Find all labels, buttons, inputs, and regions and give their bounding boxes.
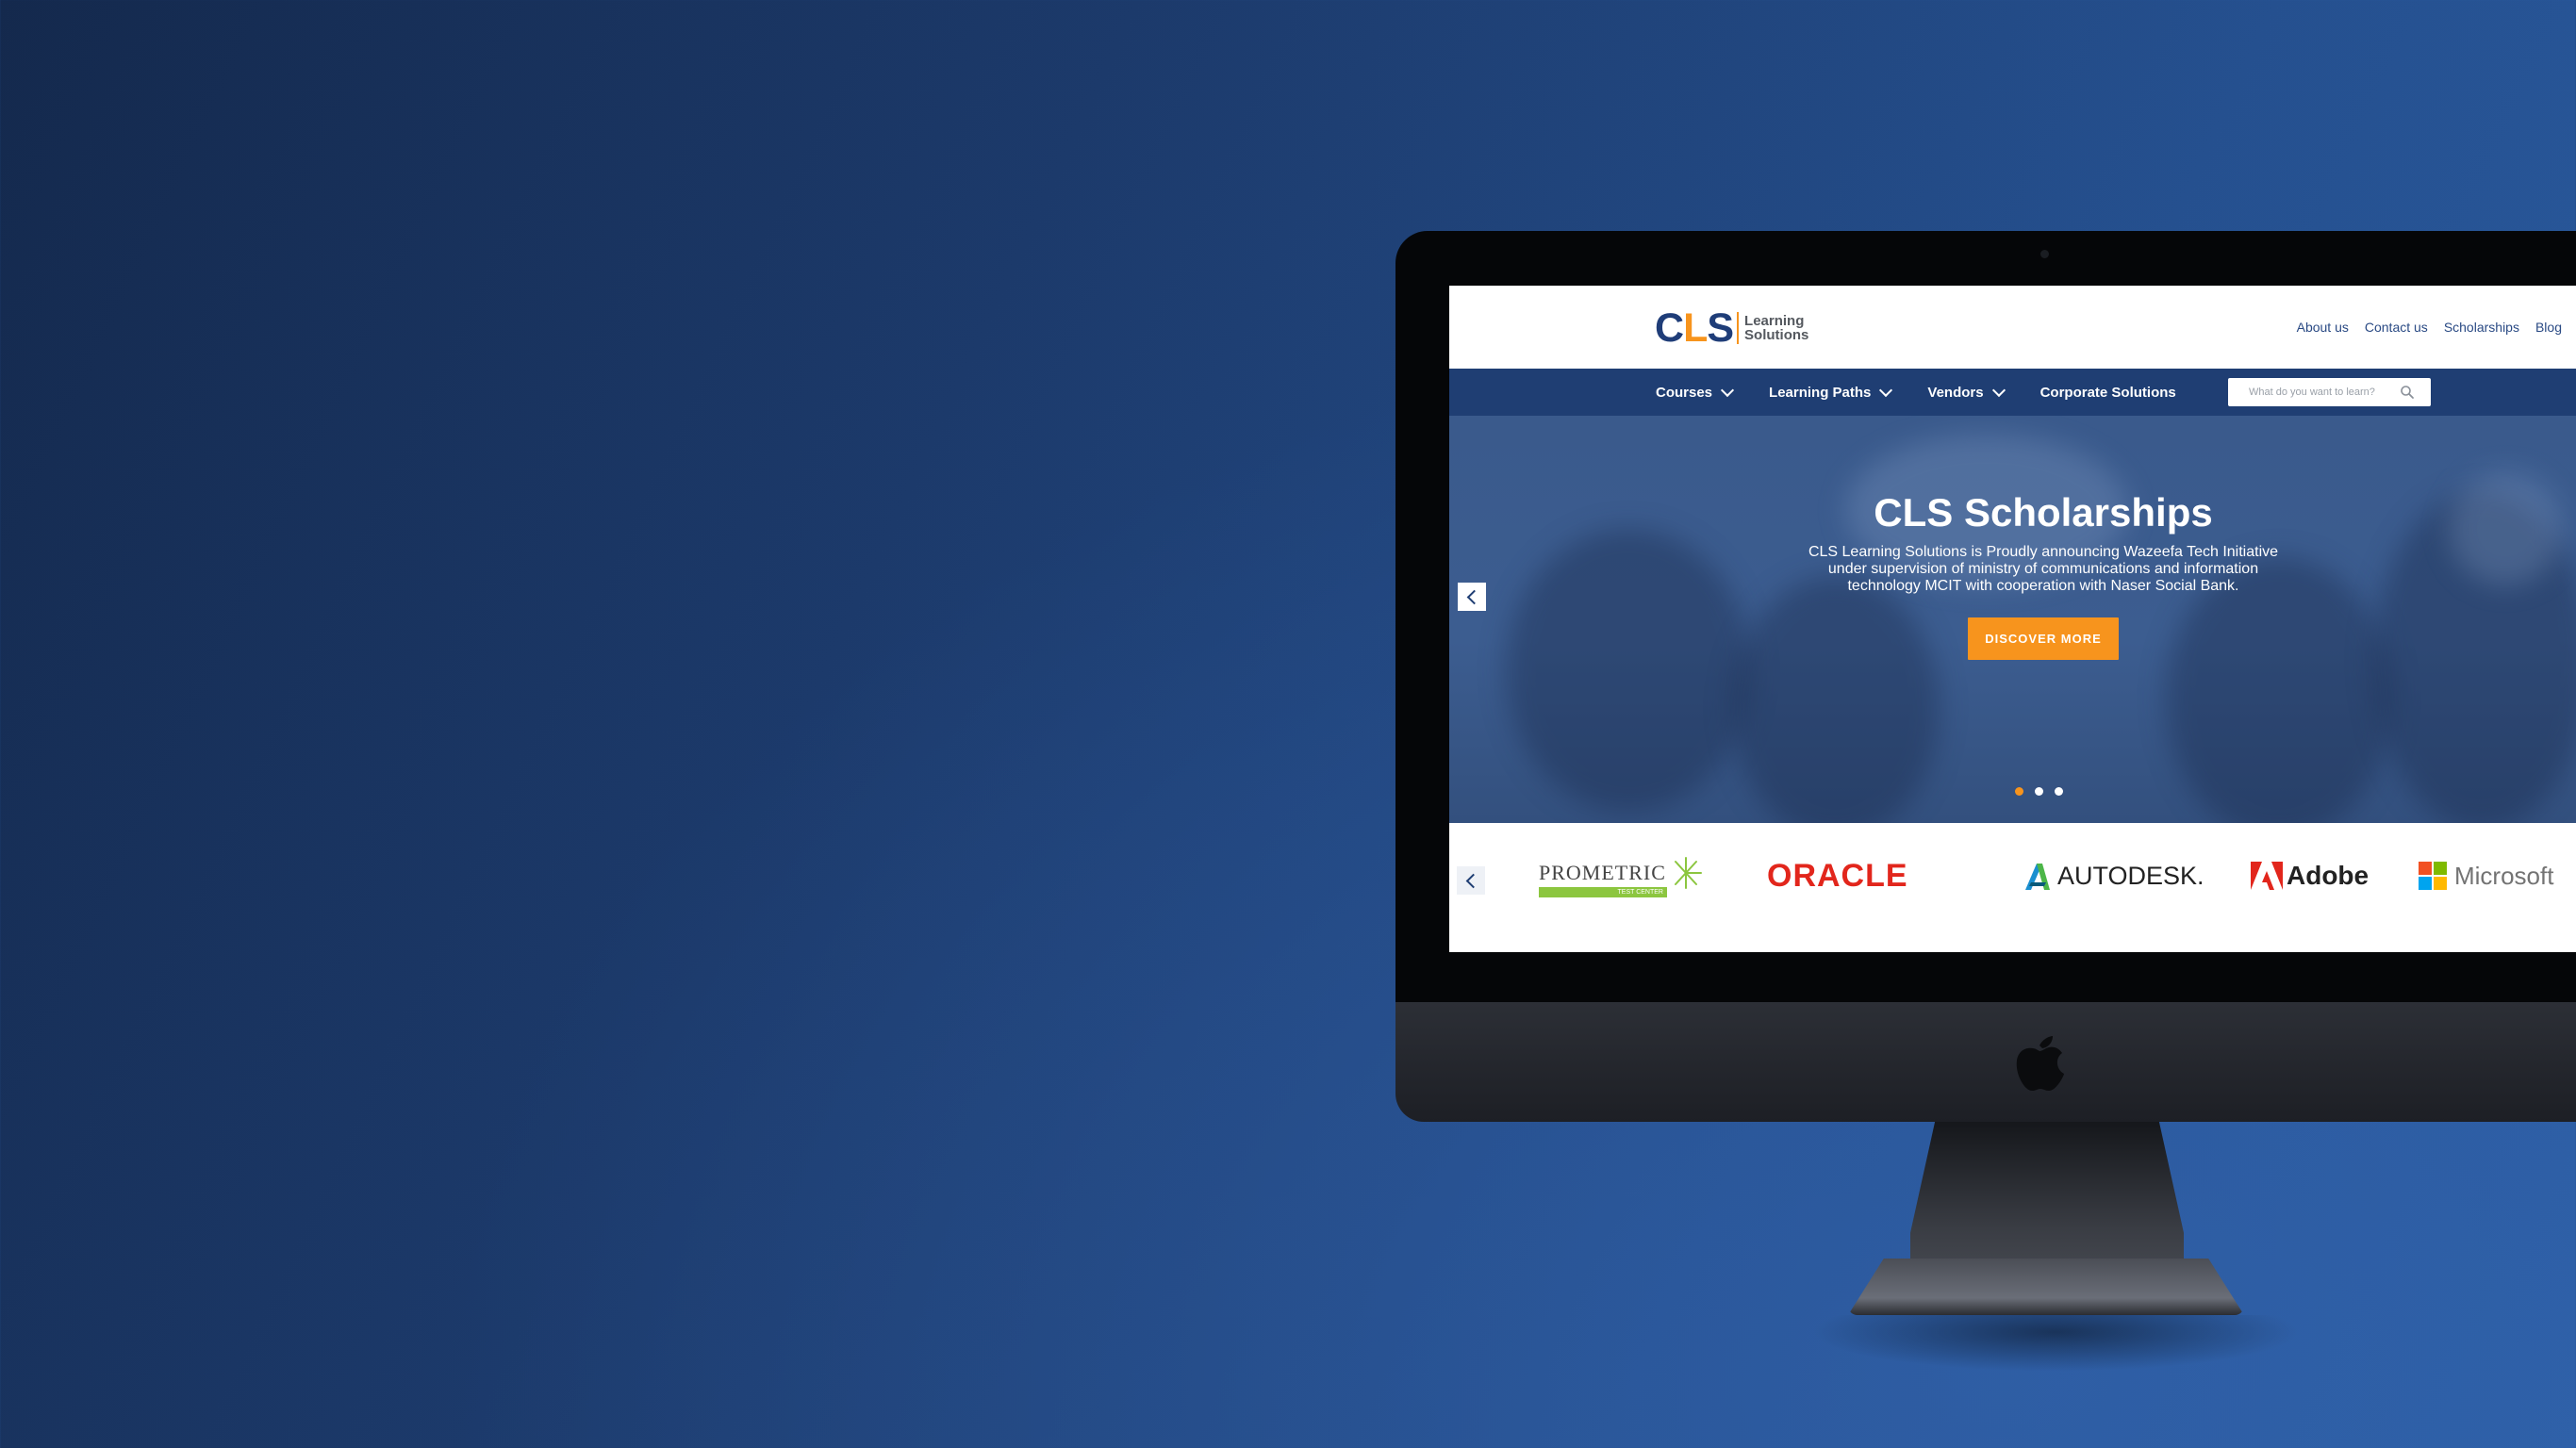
apple-icon	[2016, 1036, 2064, 1091]
logo-mark: CLS	[1655, 304, 1734, 351]
vendor-logos: PROMETRIC TEST CENTER ORACLE AUTODESK. A…	[1539, 849, 2576, 902]
top-link-blog[interactable]: Blog	[2535, 320, 2562, 335]
logo-letter-l: L	[1683, 304, 1708, 351]
adobe-logo[interactable]: Adobe	[2251, 849, 2369, 902]
main-nav: Courses Learning Paths Vendors Corporate…	[1449, 369, 2576, 416]
nav-item-vendors[interactable]: Vendors	[1927, 383, 2006, 401]
vendor-carousel: PROMETRIC TEST CENTER ORACLE AUTODESK. A…	[1449, 823, 2576, 952]
hero-content: CLS Scholarships CLS Learning Solutions …	[1449, 489, 2576, 660]
top-link-contact[interactable]: Contact us	[2365, 320, 2428, 335]
search-box	[2228, 378, 2431, 406]
logo-separator	[1737, 312, 1740, 344]
imac-bezel: CLS Learning Solutions About us Contact …	[1395, 231, 2576, 1002]
microsoft-icon	[2419, 862, 2447, 890]
autodesk-icon	[2025, 864, 2050, 890]
prometric-logo[interactable]: PROMETRIC TEST CENTER	[1539, 849, 1704, 902]
logo-letter-s: S	[1707, 304, 1734, 351]
nav-item-courses[interactable]: Courses	[1656, 383, 1735, 401]
slider-dot-3[interactable]	[2055, 787, 2063, 796]
nav-label: Learning Paths	[1769, 384, 1872, 401]
logo-line-1: Learning	[1744, 313, 1805, 329]
chevron-down-icon	[1879, 383, 1893, 398]
nav-item-learning-paths[interactable]: Learning Paths	[1769, 383, 1893, 401]
imac-stand-base	[1848, 1259, 2244, 1315]
cls-logo[interactable]: CLS Learning Solutions	[1655, 306, 1808, 350]
nav-item-corporate-solutions[interactable]: Corporate Solutions	[2040, 385, 2176, 401]
chevron-down-icon	[1720, 383, 1735, 398]
prometric-name: PROMETRIC	[1539, 860, 1666, 884]
chevron-down-icon	[1991, 383, 2006, 398]
adobe-name: Adobe	[2287, 861, 2370, 890]
nav-label: Corporate Solutions	[2039, 384, 2176, 401]
website-screen: CLS Learning Solutions About us Contact …	[1449, 286, 2576, 952]
hero-title: CLS Scholarships	[1874, 490, 2213, 535]
slider-dots	[2015, 787, 2063, 796]
adobe-icon	[2251, 862, 2283, 890]
oracle-logo[interactable]: ORACLE	[1767, 849, 1908, 902]
slider-dot-2[interactable]	[2035, 787, 2043, 796]
prometric-tag: TEST CENTER	[1539, 886, 1667, 897]
logo-line-2: Solutions	[1744, 327, 1809, 343]
logo-letter-c: C	[1655, 304, 1684, 351]
slider-dot-1[interactable]	[2015, 787, 2023, 796]
hero-slider: CLS Scholarships CLS Learning Solutions …	[1449, 416, 2576, 823]
search-icon[interactable]	[2400, 385, 2415, 400]
top-link-about[interactable]: About us	[2297, 320, 2349, 335]
prometric-burst-icon	[1674, 856, 1702, 889]
camera-dot	[2040, 250, 2049, 258]
top-link-scholarships[interactable]: Scholarships	[2444, 320, 2519, 335]
imac-mockup: CLS Learning Solutions About us Contact …	[1395, 231, 2576, 1448]
discover-more-button[interactable]: DISCOVER MORE	[1968, 617, 2119, 660]
logo-text: Learning Solutions	[1744, 314, 1808, 342]
nav-label: Courses	[1656, 384, 1713, 401]
site-header: CLS Learning Solutions About us Contact …	[1449, 286, 2576, 369]
hero-description: CLS Learning Solutions is Proudly announ…	[1808, 544, 2279, 594]
imac-chin	[1395, 1002, 2576, 1122]
stand-shadow	[1810, 1315, 2301, 1372]
microsoft-name: Microsoft	[2454, 861, 2554, 890]
top-links: About us Contact us Scholarships Blog	[2297, 320, 2562, 335]
autodesk-logo[interactable]: AUTODESK.	[2022, 849, 2204, 902]
nav-label: Vendors	[1927, 384, 1984, 401]
search-input[interactable]	[2249, 387, 2400, 398]
microsoft-logo[interactable]: Microsoft	[2419, 849, 2553, 902]
autodesk-name: AUTODESK.	[2057, 861, 2204, 890]
chevron-left-icon	[1465, 873, 1480, 888]
vendor-prev-button[interactable]	[1457, 866, 1485, 895]
